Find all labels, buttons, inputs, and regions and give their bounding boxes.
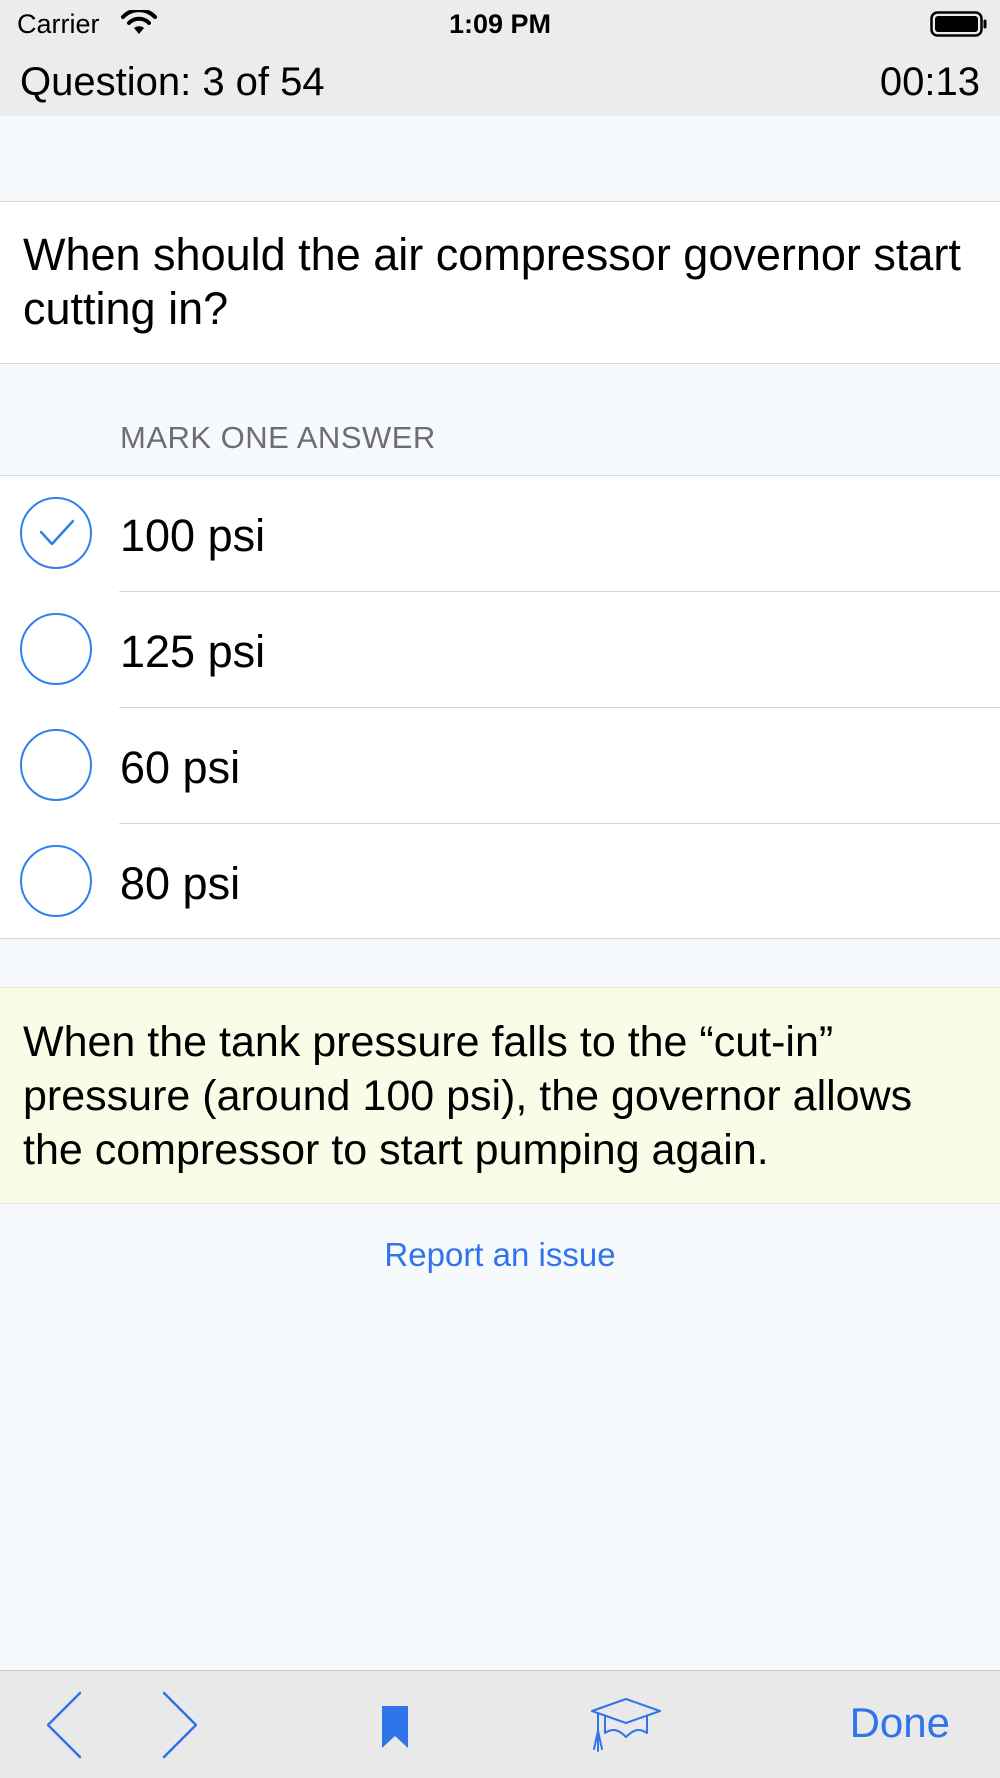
answer-option-1[interactable]: 100 psi — [0, 476, 1000, 592]
radio-unchecked-icon[interactable] — [20, 613, 92, 685]
answer-option-4[interactable]: 80 psi — [0, 824, 1000, 940]
question-text: When should the air compressor governor … — [23, 229, 961, 334]
chevron-left-icon[interactable] — [44, 1689, 84, 1766]
answer-list: 100 psi 125 psi 60 psi 80 psi — [0, 475, 1000, 939]
bottom-toolbar: Done — [0, 1670, 1000, 1778]
quiz-timer: 00:13 — [879, 60, 980, 104]
answer-label: 125 psi — [120, 626, 266, 677]
status-bar: Carrier 1:09 PM — [0, 0, 1000, 50]
battery-icon — [930, 11, 988, 42]
report-issue-link[interactable]: Report an issue — [0, 1236, 1000, 1274]
radio-checked-icon[interactable] — [20, 497, 92, 569]
graduation-cap-icon[interactable] — [590, 1697, 662, 1758]
answer-label: 80 psi — [120, 858, 241, 909]
answer-label: 100 psi — [120, 510, 266, 561]
question-counter: Question: 3 of 54 — [20, 60, 325, 104]
quiz-header: Question: 3 of 54 00:13 — [0, 50, 1000, 116]
status-time: 1:09 PM — [448, 9, 552, 39]
done-button[interactable]: Done — [850, 1699, 950, 1747]
answer-label: 60 psi — [120, 742, 241, 793]
answers-section-label: MARK ONE ANSWER — [120, 420, 436, 455]
radio-unchecked-icon[interactable] — [20, 845, 92, 917]
chevron-right-icon[interactable] — [160, 1689, 200, 1766]
answer-option-2[interactable]: 125 psi — [0, 592, 1000, 708]
explanation-text: When the tank pressure falls to the “cut… — [23, 1018, 913, 1174]
explanation-box: When the tank pressure falls to the “cut… — [0, 987, 1000, 1204]
bookmark-icon[interactable] — [381, 1705, 409, 1754]
answer-option-3[interactable]: 60 psi — [0, 708, 1000, 824]
question-card: When should the air compressor governor … — [0, 201, 1000, 364]
radio-unchecked-icon[interactable] — [20, 729, 92, 801]
